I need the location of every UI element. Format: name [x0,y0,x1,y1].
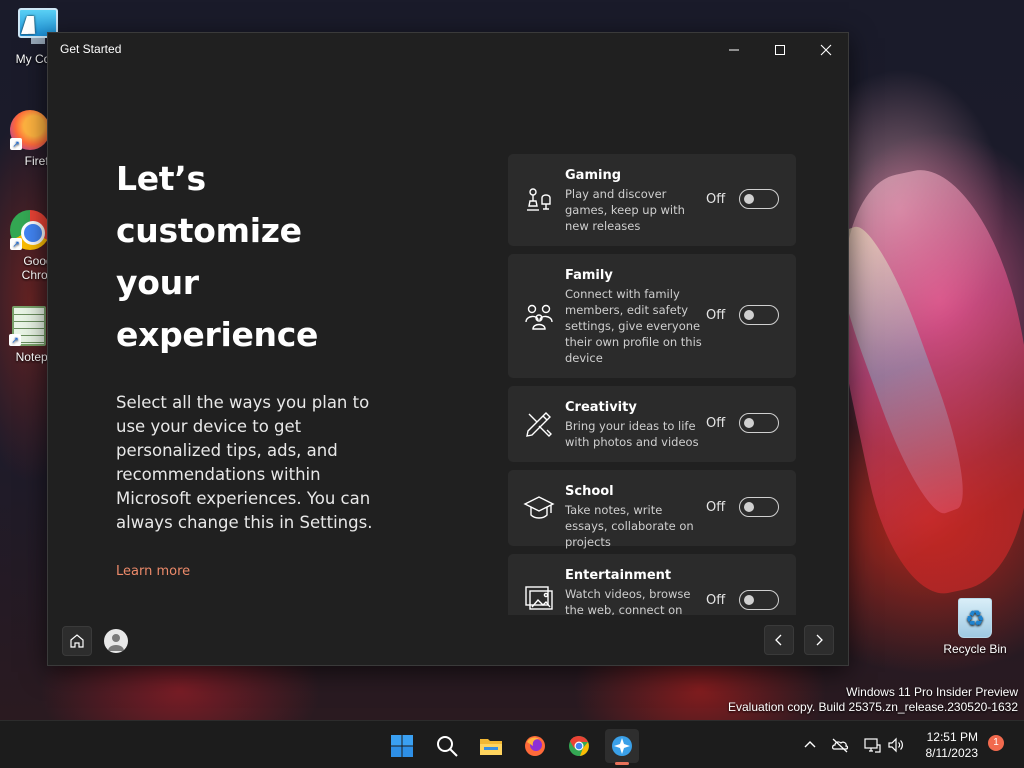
card-description: Take notes, write essays, collaborate on… [565,503,694,549]
volume-icon[interactable] [887,736,905,754]
home-button[interactable] [62,626,92,656]
evaluation-watermark: Windows 11 Pro Insider Preview Evaluatio… [728,685,1018,715]
description-text: Select all the ways you plan to use your… [116,393,373,532]
card-entertainment[interactable]: Entertainment Watch videos, browse the w… [508,554,796,615]
file-explorer-icon [480,739,502,755]
title-bar[interactable]: Get Started [48,33,848,67]
gaming-toggle[interactable] [739,189,779,209]
entertainment-icon [523,582,555,614]
get-started-window: Get Started Let’s customize your experie… [47,32,849,666]
notepad-icon: ↗ [9,306,49,346]
account-icon [108,634,124,651]
close-icon [820,44,832,56]
card-school[interactable]: School Take notes, write essays, collabo… [508,470,796,549]
toggle-state-label: Off [706,192,726,207]
maximize-button[interactable] [757,33,803,67]
school-toggle[interactable] [739,497,779,517]
card-gaming[interactable]: Gaming Play and discover games, keep up … [508,154,796,246]
creativity-icon [523,408,555,440]
intro-pane: Let’s customize your experience Select a… [116,153,386,535]
active-app-indicator [615,762,629,765]
next-button[interactable] [804,625,834,655]
entertainment-toggle[interactable] [739,590,779,610]
experience-card-list[interactable]: Gaming Play and discover games, keep up … [508,154,796,615]
chevron-up-icon[interactable] [801,736,819,754]
gaming-icon [523,184,555,216]
card-creativity[interactable]: Creativity Bring your ideas to life with… [508,386,796,462]
start-icon [391,735,413,757]
school-icon [523,492,555,524]
card-title: Family [565,268,613,283]
network-icon[interactable] [863,736,881,754]
family-toggle[interactable] [739,305,779,325]
window-title: Get Started [60,42,122,56]
card-title: Gaming [565,168,622,183]
home-icon [70,634,84,648]
creativity-toggle[interactable] [739,413,779,433]
watermark-line-1: Windows 11 Pro Insider Preview [846,685,1018,699]
card-title: Creativity [565,400,637,415]
card-description: Play and discover games, keep up with ne… [565,187,685,233]
recycle-bin-icon: ♻ [955,598,995,638]
firefox-taskbar-button[interactable] [518,729,552,763]
chrome-taskbar-button[interactable] [562,729,596,763]
card-description: Watch videos, browse the web, connect on [565,587,691,615]
title-line: your [116,263,199,302]
toggle-state-label: Off [706,416,726,431]
minimize-button[interactable] [711,33,757,67]
chevron-right-icon [816,634,823,646]
close-button[interactable] [803,33,849,67]
system-clock[interactable]: 12:51 PM 8/11/2023 [918,729,979,761]
card-title: School [565,484,614,499]
maximize-icon [775,45,785,55]
minimize-icon [729,49,739,51]
get-started-icon [612,736,632,756]
get-started-taskbar-button[interactable] [605,729,639,765]
watermark-line-2: Evaluation copy. Build 25375.zn_release.… [728,700,1018,714]
learn-more-link[interactable]: Learn more [116,564,190,579]
desktop-icon-label: Recycle Bin [943,642,1007,656]
chrome-icon: ↗ [10,210,50,250]
notification-badge[interactable]: 1 [988,735,1004,751]
firefox-icon [525,736,545,756]
taskbar: 12:51 PM 8/11/2023 [0,720,1024,768]
family-icon [523,300,555,332]
search-icon [437,736,458,757]
desktop-icon-recycle-bin[interactable]: ♻ Recycle Bin [937,598,1013,656]
title-line: experience [116,315,319,354]
account-button[interactable] [104,629,128,653]
card-title: Entertainment [565,568,672,583]
card-description: Bring your ideas to life with photos and… [565,419,699,449]
title-line: Let’s [116,159,206,198]
toggle-state-label: Off [706,500,726,515]
card-family[interactable]: Family Connect with family members, edit… [508,254,796,378]
search-button[interactable] [430,729,464,763]
toggle-state-label: Off [706,593,726,608]
toggle-state-label: Off [706,308,726,323]
page-title: Let’s customize your experience [116,153,386,361]
onedrive-icon[interactable] [831,736,849,754]
title-line: customize [116,211,302,250]
start-button[interactable] [385,729,419,763]
clock-date: 8/11/2023 [925,746,979,760]
back-button[interactable] [764,625,794,655]
file-explorer-button[interactable] [474,729,508,763]
firefox-icon: ↗ [10,110,50,150]
clock-time: 12:51 PM [926,730,978,744]
chevron-left-icon [775,634,782,646]
chrome-icon [569,735,589,756]
card-description: Connect with family members, edit safety… [565,287,702,365]
